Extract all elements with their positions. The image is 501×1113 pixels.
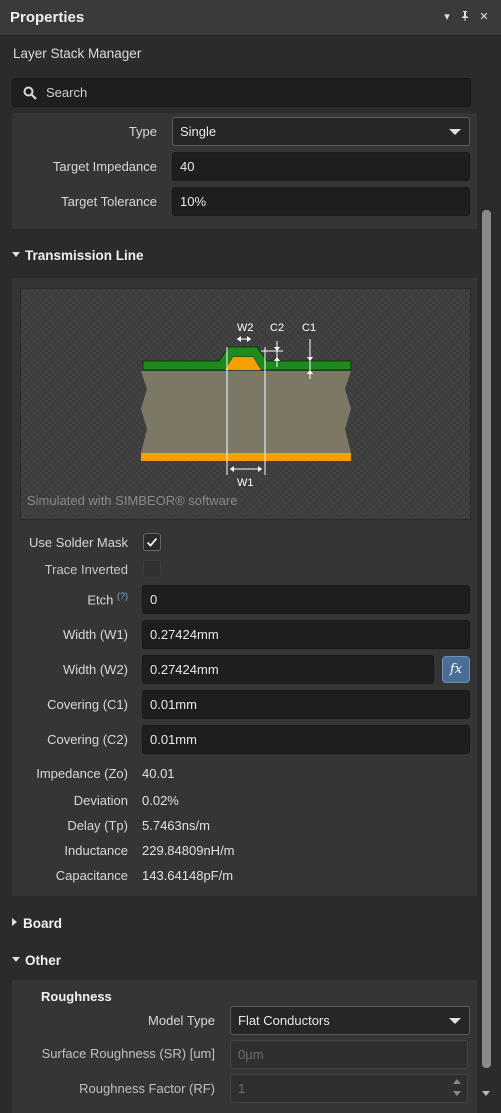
stackup-diagram-svg: W2 C2 C1 W1	[141, 322, 352, 489]
spin-down-icon[interactable]	[453, 1091, 461, 1096]
panel-subtitle: Layer Stack Manager	[13, 46, 142, 61]
collapse-triangle-icon	[12, 251, 20, 257]
etch-field[interactable]: 0	[142, 585, 470, 614]
trace-inverted-label: Trace Inverted	[44, 562, 128, 577]
capacitance-label: Capacitance	[55, 868, 128, 883]
scroll-down-icon[interactable]	[482, 1091, 490, 1096]
impedance-value: 40.01	[142, 766, 175, 781]
panel-scrollbar[interactable]	[482, 210, 491, 1068]
etch-label: Etch (?)	[87, 591, 128, 607]
board-header[interactable]: Board	[12, 916, 62, 931]
collapse-triangle-icon	[12, 956, 20, 962]
roughness-factor-value: 1	[238, 1081, 246, 1096]
close-icon[interactable]: ✕	[477, 10, 491, 24]
width-w2-label: Width (W2)	[63, 662, 128, 677]
type-value: Single	[180, 124, 217, 139]
target-impedance-label: Target Impedance	[52, 159, 157, 174]
stackup-diagram: W2 C2 C1 W1 Simulated with SIMBEOR® soft…	[20, 288, 471, 520]
search-icon	[23, 86, 37, 103]
use-solder-mask-label: Use Solder Mask	[29, 535, 128, 550]
surface-roughness-label: Surface Roughness (SR) [um]	[41, 1046, 215, 1061]
covering-c2-field[interactable]: 0.01mm	[142, 725, 470, 754]
inductance-label: Inductance	[64, 843, 128, 858]
pin-icon[interactable]	[458, 10, 472, 24]
w2-label: W2	[237, 322, 254, 334]
transmission-line-title: Transmission Line	[25, 248, 144, 263]
surface-roughness-field[interactable]: 0µm	[230, 1040, 468, 1069]
model-type-select[interactable]: Flat Conductors	[230, 1006, 470, 1035]
target-tolerance-label: Target Tolerance	[61, 194, 157, 209]
checkmark-icon	[146, 537, 158, 547]
type-select[interactable]: Single	[172, 117, 470, 146]
width-w1-field[interactable]: 0.27424mm	[142, 620, 470, 649]
other-title: Other	[25, 953, 62, 968]
c1-label: C1	[302, 322, 316, 334]
formula-button[interactable]: fx	[442, 656, 470, 683]
simbeor-credit: Simulated with SIMBEOR® software	[27, 493, 238, 508]
other-header[interactable]: Other	[12, 953, 61, 968]
properties-titlebar: Properties ▾ ✕	[0, 0, 501, 36]
covering-c1-field[interactable]: 0.01mm	[142, 690, 470, 719]
panel-menu-icon[interactable]: ▾	[440, 10, 454, 24]
dielectric-layer	[141, 371, 351, 453]
chevron-down-icon	[449, 1018, 461, 1024]
fx-icon: fx	[449, 662, 463, 677]
deviation-value: 0.02%	[142, 793, 179, 808]
expand-triangle-icon	[12, 918, 17, 927]
trace-inverted-checkbox[interactable]	[143, 560, 161, 578]
width-w2-field[interactable]: 0.27424mm	[142, 655, 434, 684]
search-input[interactable]: Search	[12, 78, 471, 107]
delay-label: Delay (Tp)	[67, 818, 128, 833]
covering-c2-label: Covering (C2)	[47, 732, 128, 747]
use-solder-mask-checkbox[interactable]	[143, 533, 161, 551]
roughness-header: Roughness	[41, 989, 112, 1004]
w1-label: W1	[237, 477, 254, 489]
delay-value: 5.7463ns/m	[142, 818, 210, 833]
etch-help-icon[interactable]: (?)	[117, 591, 128, 601]
capacitance-value: 143.64148pF/m	[142, 868, 234, 883]
deviation-label: Deviation	[73, 793, 128, 808]
target-impedance-field[interactable]: 40	[172, 152, 470, 181]
c2-label: C2	[270, 322, 284, 334]
impedance-label: Impedance (Zo)	[36, 766, 128, 781]
roughness-factor-label: Roughness Factor (RF)	[79, 1081, 215, 1096]
etch-label-text: Etch	[87, 592, 114, 608]
target-tolerance-field[interactable]: 10%	[172, 187, 470, 216]
model-type-label: Model Type	[148, 1013, 215, 1028]
model-type-value: Flat Conductors	[238, 1013, 330, 1028]
chevron-down-icon	[449, 129, 461, 135]
search-placeholder: Search	[46, 85, 88, 100]
covering-c1-label: Covering (C1)	[47, 697, 128, 712]
transmission-line-header[interactable]: Transmission Line	[12, 248, 144, 263]
panel-title: Properties	[10, 9, 85, 26]
inductance-value: 229.84809nH/m	[142, 843, 235, 858]
spin-up-icon[interactable]	[453, 1079, 461, 1084]
type-label: Type	[128, 124, 157, 139]
board-title: Board	[23, 916, 63, 931]
width-w1-label: Width (W1)	[63, 627, 128, 642]
roughness-factor-field[interactable]: 1	[230, 1074, 468, 1103]
bottom-copper	[141, 453, 351, 461]
